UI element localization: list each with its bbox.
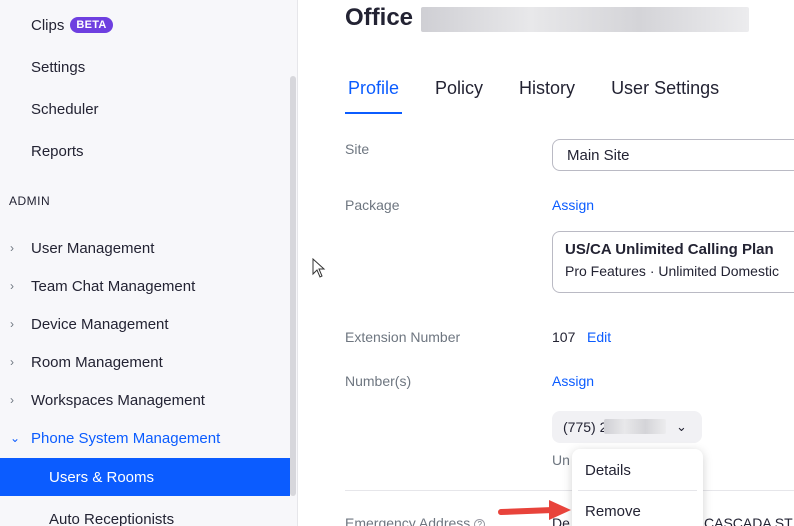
extension-label: Extension Number [345,329,461,345]
sidebar-item-scheduler[interactable]: Scheduler [0,90,290,128]
chevron-right-icon: › [10,393,14,407]
number-context-menu: Details Remove [572,449,703,526]
sidebar-item-clips[interactable]: Clips BETA [0,6,290,44]
sidebar-item-label: Phone System Management [31,429,221,447]
admin-section-title: ADMIN [9,194,51,208]
beta-badge: BETA [70,17,113,33]
chevron-down-icon: ⌄ [10,431,21,445]
chevron-right-icon: › [10,355,14,369]
tab-policy[interactable]: Policy [432,74,486,114]
package-assign-link[interactable]: Assign [552,197,594,213]
sidebar-item-users-rooms[interactable]: Users & Rooms [0,458,290,496]
emergency-address-label: Emergency Address ? [345,515,486,526]
package-label: Package [345,197,400,213]
plan-subtitle: Pro Features · Unlimited Domestic [565,263,779,279]
sidebar-item-label: Reports [31,142,84,160]
sidebar-item-label: Device Management [31,315,169,333]
phone-number-text: (775) 2 [563,419,608,435]
sidebar-item-label: Workspaces Management [31,391,205,409]
sidebar-item-reports[interactable]: Reports [0,132,290,170]
sidebar-scrollbar[interactable] [290,76,296,496]
profile-tabs: Profile Policy History User Settings [345,74,752,114]
sidebar-item-label: Users & Rooms [49,468,155,486]
sidebar-item-label: User Management [31,239,155,257]
chevron-right-icon: › [10,279,14,293]
sidebar-item-auto-receptionists[interactable]: Auto Receptionists [0,500,290,526]
redacted-name [421,7,749,32]
numbers-assign-link[interactable]: Assign [552,373,594,389]
sidebar-item-label: Room Management [31,353,163,371]
sidebar-item-label: Team Chat Management [31,277,196,295]
page-title: Office [345,4,414,31]
plan-title: US/CA Unlimited Calling Plan [565,241,774,258]
red-arrow-annotation [498,500,571,520]
sidebar-item-phone-system-management[interactable]: ⌄ Phone System Management [0,419,290,457]
number-subtext: Un [552,452,570,468]
chevron-down-icon: ⌄ [676,419,687,434]
emergency-address-value-right: CASCADA ST [704,515,793,526]
sidebar-item-label: Auto Receptionists [49,510,175,526]
mouse-cursor-icon [312,258,326,278]
site-select[interactable]: Main Site [552,139,794,171]
sidebar-item-room-management[interactable]: › Room Management [0,343,290,381]
section-divider [345,490,794,491]
sidebar-item-workspaces-management[interactable]: › Workspaces Management [0,381,290,419]
sidebar-item-label: Clips [31,16,65,34]
sidebar-item-team-chat-management[interactable]: › Team Chat Management [0,267,290,305]
extension-value: 107 [552,329,576,345]
menu-item-details[interactable]: Details [572,450,703,490]
site-label: Site [345,141,370,157]
extension-edit-link[interactable]: Edit [587,329,611,345]
sidebar-item-user-management[interactable]: › User Management [0,229,290,267]
redacted-number [604,419,666,434]
chevron-right-icon: › [10,317,14,331]
sidebar-item-label: Scheduler [31,100,99,118]
sidebar-item-settings[interactable]: Settings [0,48,290,86]
tab-profile[interactable]: Profile [345,74,403,114]
help-icon[interactable]: ? [474,518,486,526]
numbers-label: Number(s) [345,373,412,389]
emergency-address-label-text: Emergency Address [345,515,471,526]
tab-user-settings[interactable]: User Settings [608,74,722,114]
chevron-right-icon: › [10,241,14,255]
sidebar-item-label: Settings [31,58,86,76]
menu-item-remove[interactable]: Remove [572,491,703,526]
tab-history[interactable]: History [516,74,578,114]
calling-plan-card: US/CA Unlimited Calling Plan Pro Feature… [552,231,794,293]
sidebar-item-device-management[interactable]: › Device Management [0,305,290,343]
